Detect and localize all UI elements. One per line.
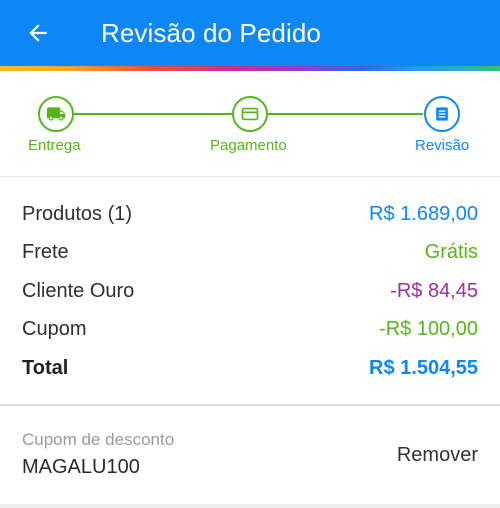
summary-value: -R$ 100,00 bbox=[379, 317, 478, 340]
step-connector bbox=[74, 113, 232, 115]
page-title: Revisão do Pedido bbox=[101, 18, 321, 48]
step-delivery[interactable] bbox=[38, 96, 74, 132]
summary-row-gold-customer: Cliente Ouro -R$ 84,45 bbox=[22, 276, 478, 306]
back-button[interactable] bbox=[22, 17, 54, 49]
summary-value: R$ 1.689,00 bbox=[369, 202, 478, 225]
coupon-code: MAGALU100 bbox=[22, 456, 140, 478]
summary-row-total: Total R$ 1.504,55 bbox=[22, 353, 478, 383]
summary-label: Cliente Ouro bbox=[22, 279, 135, 302]
checkout-stepper: Entrega Pagamento Revisão bbox=[0, 71, 500, 178]
step-label-delivery: Entrega bbox=[28, 137, 81, 154]
step-connector bbox=[268, 113, 423, 115]
arrow-left-icon bbox=[29, 24, 47, 42]
summary-row-products: Produtos (1) R$ 1.689,00 bbox=[22, 199, 478, 229]
document-list-icon bbox=[436, 107, 448, 121]
app-bar: Revisão do Pedido bbox=[0, 0, 500, 66]
step-review[interactable] bbox=[424, 96, 460, 132]
step-label-payment: Pagamento bbox=[210, 137, 287, 154]
summary-row-coupon: Cupom -R$ 100,00 bbox=[22, 314, 478, 344]
summary-label: Frete bbox=[22, 240, 69, 263]
step-label-review: Revisão bbox=[415, 137, 470, 154]
total-label: Total bbox=[22, 356, 69, 379]
remove-coupon-button[interactable]: Remover bbox=[397, 444, 478, 467]
summary-value: -R$ 84,45 bbox=[390, 279, 478, 302]
summary-label: Cupom bbox=[22, 317, 87, 340]
truck-icon bbox=[46, 107, 66, 121]
step-payment[interactable] bbox=[232, 96, 268, 132]
total-value: R$ 1.504,55 bbox=[369, 356, 478, 379]
coupon-label: Cupom de desconto bbox=[22, 430, 175, 449]
summary-row-shipping: Frete Grátis bbox=[22, 237, 478, 267]
coupon-section: Cupom de desconto MAGALU100 Remover bbox=[0, 406, 500, 506]
summary-value: Grátis bbox=[424, 240, 478, 263]
order-summary: Produtos (1) R$ 1.689,00 Frete Grátis Cl… bbox=[0, 178, 500, 404]
bottom-band bbox=[0, 504, 500, 508]
credit-card-icon bbox=[241, 107, 259, 121]
summary-label: Produtos (1) bbox=[22, 202, 133, 225]
